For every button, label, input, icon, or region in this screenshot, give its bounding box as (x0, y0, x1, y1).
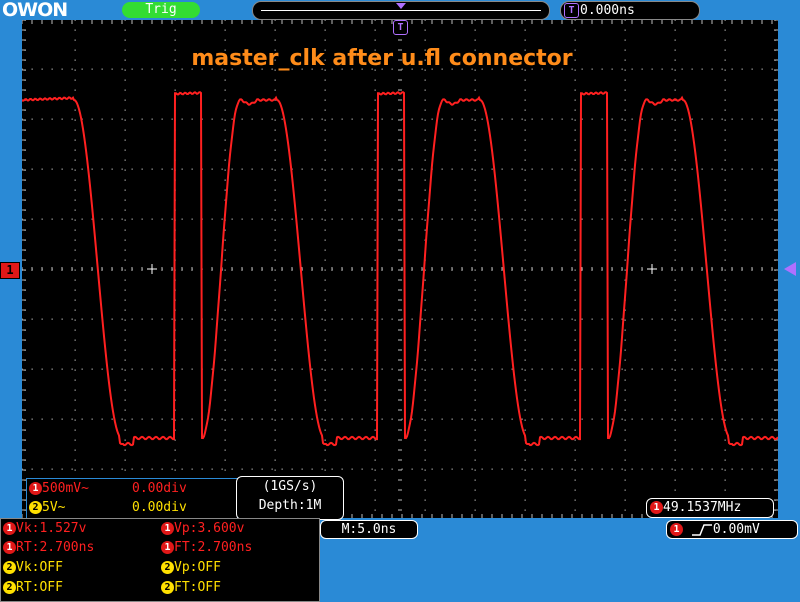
frequency-value: 49.1537MHz (663, 500, 742, 515)
record-depth: Depth:1M (258, 498, 322, 513)
memory-position-timeline[interactable] (252, 1, 550, 20)
measurement-item: 2 RT:OFF (3, 579, 63, 597)
measurement-item: 2 FT:OFF (161, 579, 221, 597)
measurement-channel-badge: 1 (3, 522, 16, 535)
trigger-time-icon: T (564, 3, 579, 18)
measurement-item: 1 FT:2.700ns (161, 539, 252, 557)
trigger-level-arrow (784, 262, 796, 276)
measurement-channel-badge: 2 (161, 561, 174, 574)
trigger-source-badge: 1 (670, 523, 683, 536)
rising-edge-icon (691, 523, 712, 536)
owon-logo: OWON (2, 0, 68, 21)
measurement-value: RT:2.700ns (16, 540, 95, 555)
measurement-value: RT:OFF (16, 580, 63, 595)
trigger-status-badge[interactable]: Trig (122, 2, 200, 18)
measurement-channel-badge: 2 (3, 581, 16, 594)
measurement-value: Vp:3.600v (174, 521, 245, 536)
measurement-panel[interactable]: 1 Vk:1.527v 1 Vp:3.600v 1 RT:2.700ns 1 FT:2.700… (0, 518, 320, 602)
title-annotation: master_clk after u.fl connector (191, 46, 572, 71)
trigger-info[interactable]: 1 0.00mV (666, 520, 798, 539)
ch2-offset: 0.00div (132, 500, 187, 515)
measurement-item: 1 RT:2.700ns (3, 539, 94, 557)
ch2-scale: 5V~ (42, 500, 66, 515)
freq-ch-badge: 1 (650, 501, 663, 514)
measurement-value: FT:2.700ns (174, 540, 253, 555)
ch1-settings-row[interactable]: 1 500mV~ (29, 480, 89, 498)
measurement-value: Vk:1.527v (16, 521, 87, 536)
timebase-scale[interactable]: M:5.0ns (320, 520, 418, 539)
waveform-display[interactable]: master_clk after u.fl connector (22, 20, 778, 518)
waveform-svg: master_clk after u.fl connector (22, 20, 778, 518)
ch2-settings-row[interactable]: 2 5V~ (29, 499, 65, 517)
measurement-channel-badge: 2 (161, 581, 174, 594)
trigger-position-marker (396, 3, 406, 9)
measurement-channel-badge: 1 (161, 541, 174, 554)
timeline-graphic (261, 3, 541, 11)
trigger-point-icon: T (393, 20, 408, 35)
trigger-time-value: 0.000ns (580, 3, 635, 18)
ch1-offset: 0.00div (132, 481, 187, 496)
trigger-time-offset[interactable]: T 0.000ns (560, 1, 700, 20)
trigger-level-value: 0.00mV (712, 522, 760, 537)
ch1-scale: 500mV~ (42, 481, 89, 496)
ch1-badge: 1 (29, 482, 42, 495)
measurement-value: Vk:OFF (16, 560, 63, 575)
measurement-value: Vp:OFF (174, 560, 221, 575)
measurement-channel-badge: 2 (3, 561, 16, 574)
sample-rate: (1GS/s) (262, 479, 318, 494)
measurement-item: 1 Vk:1.527v (3, 520, 86, 538)
ch1-ground-marker[interactable]: 1 (0, 262, 20, 279)
ch1-waveform (22, 91, 778, 447)
measurement-value: FT:OFF (174, 580, 221, 595)
acquisition-panel[interactable]: (1GS/s) Depth:1M (236, 476, 344, 520)
measurement-channel-badge: 1 (161, 522, 174, 535)
measurement-item: 2 Vp:OFF (161, 559, 221, 577)
channel-settings-panel[interactable]: 1 500mV~ 0.00div 2 5V~ 0.00div (26, 478, 238, 520)
measurement-item: 2 Vk:OFF (3, 559, 63, 577)
frequency-readout: 1 49.1537MHz (646, 498, 774, 518)
measurement-channel-badge: 1 (3, 541, 16, 554)
ch2-badge: 2 (29, 501, 42, 514)
measurement-item: 1 Vp:3.600v (161, 520, 244, 538)
trigger-level-marker[interactable] (782, 262, 798, 276)
